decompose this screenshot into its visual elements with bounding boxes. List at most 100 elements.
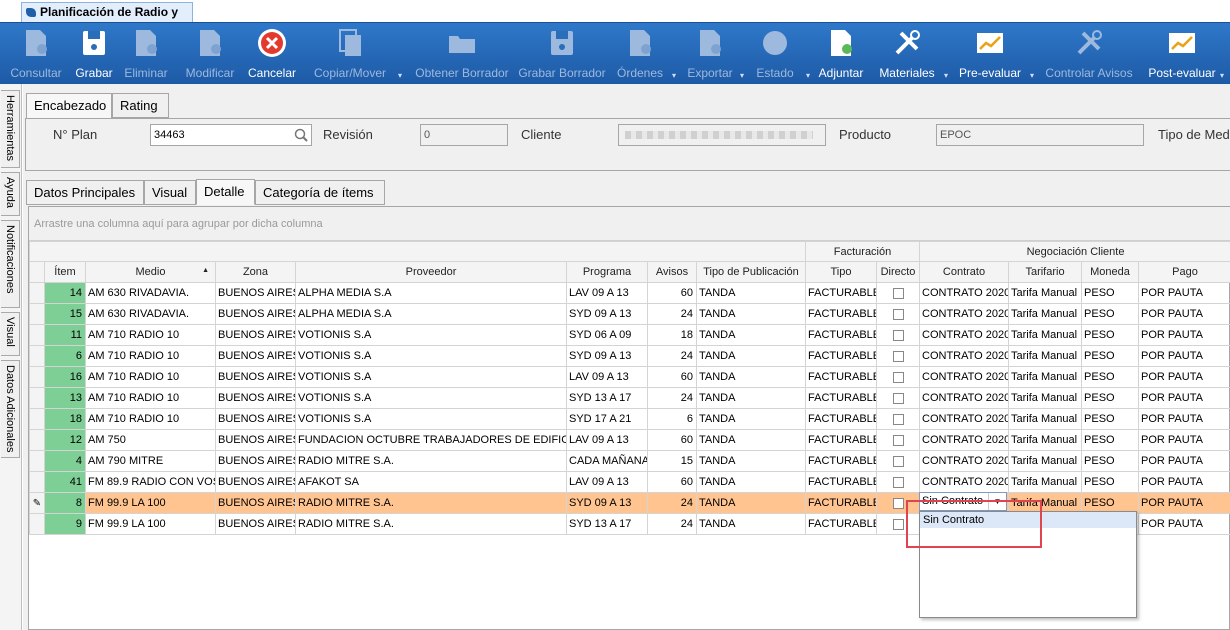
chevron-down-icon[interactable]: ▾ (944, 71, 948, 80)
grid-cell[interactable]: 8 (44, 492, 86, 514)
copiar-mover-button[interactable]: Copiar/Mover (310, 27, 390, 83)
grid-cell[interactable]: POR PAUTA (1138, 429, 1230, 451)
grid-cell[interactable]: LAV 09 A 13 (566, 429, 648, 451)
grid-cell[interactable]: FUNDACION OCTUBRE TRABAJADORES DE EDIFIC… (295, 429, 567, 451)
grid-cell[interactable]: VOTIONIS S.A (295, 408, 567, 430)
column-header[interactable]: Tipo de Publicación (696, 261, 806, 283)
grid-cell[interactable]: 60 (647, 429, 697, 451)
table-row[interactable]: 14 AM 630 RIVADAVIA. BUENOS AIRES ALPHA MED… (29, 282, 1230, 304)
grid-cell[interactable]: BUENOS AIRES (215, 303, 296, 325)
plan-input[interactable]: 34463 (150, 124, 312, 146)
directo-checkbox[interactable] (892, 287, 904, 299)
grid-cell[interactable]: FACTURABLE (805, 513, 877, 535)
grid-cell[interactable]: ALPHA MEDIA S.A (295, 282, 567, 304)
row-indicator[interactable] (29, 324, 45, 346)
grid-cell[interactable]: 4 (44, 450, 86, 472)
table-row[interactable]: 13 AM 710 RADIO 10 BUENOS AIRES VOTIONIS S.… (29, 387, 1230, 409)
grid-cell[interactable] (875, 303, 921, 325)
grid-cell[interactable]: Tarifa Manual (1008, 450, 1083, 472)
cancelar-button[interactable]: Cancelar (247, 27, 297, 83)
exportar-button[interactable]: Exportar (686, 27, 734, 83)
grid-cell[interactable]: 6 (44, 345, 86, 367)
grid-cell[interactable]: Tarifa Manual (1008, 387, 1083, 409)
grid-cell[interactable]: ALPHA MEDIA S.A (295, 303, 567, 325)
grid-cell[interactable]: FACTURABLE (805, 282, 877, 304)
grid-cell[interactable] (875, 408, 921, 430)
grid-cell[interactable]: RADIO MITRE S.A. (295, 492, 567, 514)
grid-cell[interactable]: PESO (1081, 387, 1140, 409)
chevron-down-icon[interactable]: ▾ (1030, 71, 1034, 80)
chevron-down-icon[interactable]: ▾ (672, 71, 676, 80)
grid-cell[interactable]: Tarifa Manual (1008, 345, 1083, 367)
grid-cell[interactable]: BUENOS AIRES (215, 492, 296, 514)
grid-cell[interactable]: LAV 09 A 13 (566, 471, 648, 493)
tab-encabezado[interactable]: Encabezado (26, 93, 112, 119)
grid-cell[interactable]: BUENOS AIRES (215, 366, 296, 388)
row-indicator[interactable]: ✎ (29, 492, 45, 514)
directo-checkbox[interactable] (892, 329, 904, 341)
grid-cell[interactable]: LAV 09 A 13 (566, 366, 648, 388)
column-header[interactable]: Pago (1138, 261, 1230, 283)
column-header[interactable]: Zona (215, 261, 296, 283)
grid-cell[interactable]: CONTRATO 2020 (919, 429, 1010, 451)
grid-cell[interactable]: FACTURABLE (805, 450, 877, 472)
directo-checkbox[interactable] (892, 308, 904, 320)
tab-categoria-items[interactable]: Categoría de ítems (255, 180, 385, 205)
grid-cell[interactable]: POR PAUTA (1138, 303, 1230, 325)
tab-visual[interactable]: Visual (144, 180, 196, 205)
grid-cell[interactable]: AM 750 (85, 429, 216, 451)
grid-cell[interactable]: FM 99.9 LA 100 (85, 513, 216, 535)
column-header[interactable]: Tarifario (1008, 261, 1083, 283)
grid-cell[interactable]: LAV 09 A 13 (566, 282, 648, 304)
grid-cell[interactable]: PESO (1081, 303, 1140, 325)
directo-checkbox[interactable] (892, 476, 904, 488)
controlar-avisos-button[interactable]: Controlar Avisos (1044, 27, 1134, 83)
chevron-down-icon[interactable]: ▾ (806, 71, 810, 80)
directo-checkbox[interactable] (892, 350, 904, 362)
column-header[interactable]: Tipo (805, 261, 877, 283)
grid-cell[interactable]: Tarifa Manual (1008, 303, 1083, 325)
grid-cell[interactable]: PESO (1081, 282, 1140, 304)
grid-cell[interactable]: 24 (647, 303, 697, 325)
grid-cell[interactable]: POR PAUTA (1138, 492, 1230, 514)
table-row[interactable]: 12 AM 750 BUENOS AIRES FUNDACION OCTUBRE TR… (29, 429, 1230, 451)
grid-cell[interactable]: CONTRATO 2020 (919, 282, 1010, 304)
grid-cell[interactable]: 60 (647, 366, 697, 388)
grid-cell[interactable]: SYD 13 A 17 (566, 513, 648, 535)
grid-cell[interactable]: CADA MAÑANA (566, 450, 648, 472)
grid-cell[interactable]: 11 (44, 324, 86, 346)
grid-cell[interactable]: PESO (1081, 408, 1140, 430)
row-indicator[interactable] (29, 450, 45, 472)
column-header[interactable]: Directo (875, 261, 921, 283)
obtener-borrador-button[interactable]: Obtener Borrador (410, 27, 514, 83)
grid-cell[interactable]: BUENOS AIRES (215, 408, 296, 430)
grid-cell[interactable]: Tarifa Manual (1008, 282, 1083, 304)
sidebar-tab-datos-adicionales[interactable]: Datos Adicionales (1, 360, 20, 458)
grid-cell[interactable] (875, 282, 921, 304)
row-indicator[interactable] (29, 429, 45, 451)
grabar-button[interactable]: Grabar (72, 27, 116, 83)
grid-cell[interactable]: SYD 09 A 13 (566, 492, 648, 514)
grid-cell[interactable]: AM 710 RADIO 10 (85, 408, 216, 430)
grid-cell[interactable]: PESO (1081, 324, 1140, 346)
grid-cell[interactable]: PESO (1081, 429, 1140, 451)
grid-cell[interactable]: 14 (44, 282, 86, 304)
grid-cell[interactable]: PESO (1081, 471, 1140, 493)
grid-cell[interactable] (875, 345, 921, 367)
row-indicator[interactable] (29, 282, 45, 304)
chevron-down-icon[interactable]: ▾ (740, 71, 744, 80)
consultar-button[interactable]: Consultar (8, 27, 64, 83)
column-header[interactable]: Ítem (44, 261, 86, 283)
grid-cell[interactable]: 9 (44, 513, 86, 535)
grid-cell[interactable]: 16 (44, 366, 86, 388)
grid-cell[interactable]: PESO (1081, 450, 1140, 472)
grid-cell[interactable]: TANDA (696, 282, 806, 304)
grid-cell[interactable]: BUENOS AIRES (215, 387, 296, 409)
grid-cell[interactable]: AM 630 RIVADAVIA. (85, 282, 216, 304)
grid-cell[interactable]: Tarifa Manual (1008, 366, 1083, 388)
tab-detalle[interactable]: Detalle (196, 179, 255, 205)
grid-cell[interactable]: SYD 09 A 13 (566, 345, 648, 367)
grid-cell[interactable]: BUENOS AIRES (215, 429, 296, 451)
column-header[interactable]: Moneda (1081, 261, 1140, 283)
materiales-button[interactable]: Materiales (878, 27, 936, 83)
